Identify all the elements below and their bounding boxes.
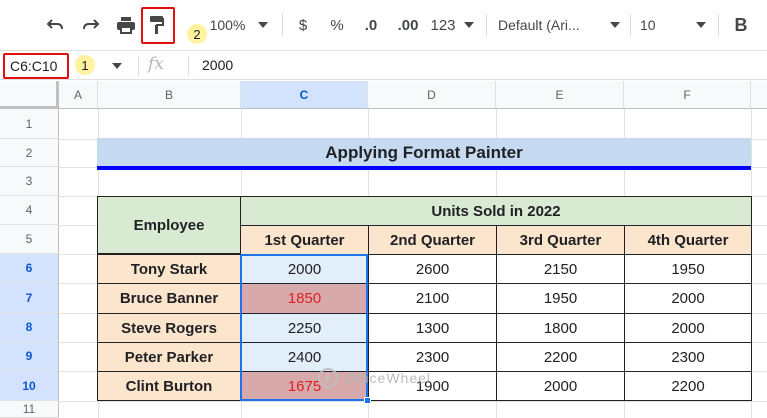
employee-name-cell[interactable]: Steve Rogers [97,313,241,343]
percent-format-button[interactable]: % [326,10,348,40]
q1-cell[interactable]: 1850 [240,283,369,314]
employee-name-cell[interactable]: Tony Stark [97,254,241,284]
font-select[interactable]: Default (Ari... [498,10,610,40]
q1-cell[interactable]: 2000 [240,254,369,284]
toolbar-divider [282,14,283,36]
redo-icon[interactable] [76,10,106,40]
zoom-select[interactable]: 100% [205,10,250,40]
row-header-7[interactable]: 7 [0,283,59,313]
column-header-b[interactable]: B [98,81,241,109]
row-header-8[interactable]: 8 [0,313,59,342]
paint-format-highlight [141,7,175,44]
q4-cell[interactable]: 2000 [624,313,752,343]
row-header-10[interactable]: 10 [0,371,59,401]
employee-name-cell[interactable]: Bruce Banner [97,283,241,314]
watermark: ◉ OfficeWheel [318,368,431,388]
decrease-decimal-button[interactable]: .0 [358,10,384,40]
fill-handle[interactable] [364,397,371,404]
quarter-header-4[interactable]: 4th Quarter [624,225,752,255]
row-header-4[interactable]: 4 [0,196,59,225]
step-1-badge: 1 [75,55,95,75]
toolbar-divider [630,14,631,36]
q3-cell[interactable]: 2000 [496,371,625,401]
currency-format-button[interactable]: $ [292,10,314,40]
employee-header[interactable]: Employee [97,196,241,254]
sheet-title[interactable]: Applying Format Painter [97,138,751,167]
gridline [59,401,767,402]
q4-cell[interactable]: 1950 [624,254,752,284]
formula-bar-divider [188,56,189,76]
column-header-g[interactable] [751,81,767,109]
q4-cell[interactable]: 2000 [624,283,752,314]
row-header-5[interactable]: 5 [0,225,59,254]
officewheel-logo-icon: ◉ [318,368,338,388]
toolbar-divider [718,14,719,36]
quarter-header-3[interactable]: 3rd Quarter [496,225,625,255]
column-header-a[interactable]: A [59,81,98,109]
print-icon[interactable] [111,10,141,40]
fx-icon: fx [148,54,164,74]
step-2-badge: 2 [187,24,207,44]
chevron-down-icon[interactable] [694,10,708,40]
title-underline [97,166,751,170]
q4-cell[interactable]: 2200 [624,371,752,401]
chevron-down-icon[interactable] [608,10,622,40]
row-header-3[interactable]: 3 [0,167,59,196]
employee-name-cell[interactable]: Peter Parker [97,342,241,372]
column-header-c[interactable]: C [241,81,368,109]
name-box[interactable]: C6:C10 [3,53,69,79]
chevron-down-icon[interactable] [462,10,476,40]
q4-cell[interactable]: 2300 [624,342,752,372]
row-header-6[interactable]: 6 [0,254,59,283]
formula-bar: C6:C10 1 fx 2000 [0,50,767,80]
row-header-2[interactable]: 2 [0,139,59,167]
row-header-11[interactable]: 11 [0,401,59,418]
quarter-header-1[interactable]: 1st Quarter [240,225,369,255]
q3-cell[interactable]: 2200 [496,342,625,372]
bold-button[interactable]: B [728,10,754,40]
quarter-header-2[interactable]: 2nd Quarter [368,225,497,255]
row-header-9[interactable]: 9 [0,342,59,371]
toolbar-divider [486,14,487,36]
q3-cell[interactable]: 1800 [496,313,625,343]
select-all-corner[interactable] [0,81,59,109]
q2-cell[interactable]: 2600 [368,254,497,284]
q2-cell[interactable]: 1300 [368,313,497,343]
chevron-down-icon[interactable] [110,56,124,76]
q3-cell[interactable]: 2150 [496,254,625,284]
chevron-down-icon[interactable] [254,10,272,40]
row-header-1[interactable]: 1 [0,109,59,139]
toolbar: 2 100% $ % .0 .00 123 Default (Ari... 10… [0,0,767,50]
units-sold-header[interactable]: Units Sold in 2022 [240,196,752,226]
formula-bar-divider [138,56,139,76]
increase-decimal-button[interactable]: .00 [394,10,422,40]
column-header-e[interactable]: E [496,81,624,109]
column-header-d[interactable]: D [368,81,496,109]
employee-name-cell[interactable]: Clint Burton [97,371,241,401]
q1-cell[interactable]: 2250 [240,313,369,343]
undo-icon[interactable] [40,10,70,40]
watermark-text: OfficeWheel [344,370,431,386]
formula-input[interactable]: 2000 [202,57,233,73]
font-size-select[interactable]: 10 [640,10,670,40]
q2-cell[interactable]: 2100 [368,283,497,314]
column-header-f[interactable]: F [624,81,751,109]
number-format-button[interactable]: 123 [428,10,458,40]
q3-cell[interactable]: 1950 [496,283,625,314]
